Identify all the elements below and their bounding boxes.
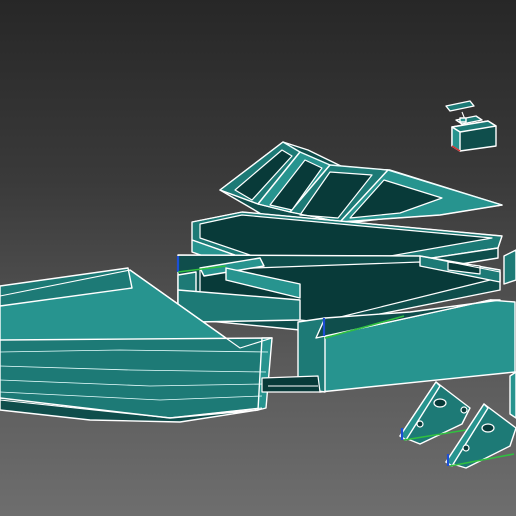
cabin-windshield[interactable]: [219, 141, 503, 226]
motor-mount-bracket-left[interactable]: [399, 381, 471, 445]
model-scene[interactable]: [0, 0, 516, 516]
servo-motor[interactable]: [445, 100, 497, 152]
3d-viewport[interactable]: [0, 0, 516, 516]
hull-keel: [261, 375, 321, 393]
hull-stern[interactable]: [509, 371, 516, 419]
